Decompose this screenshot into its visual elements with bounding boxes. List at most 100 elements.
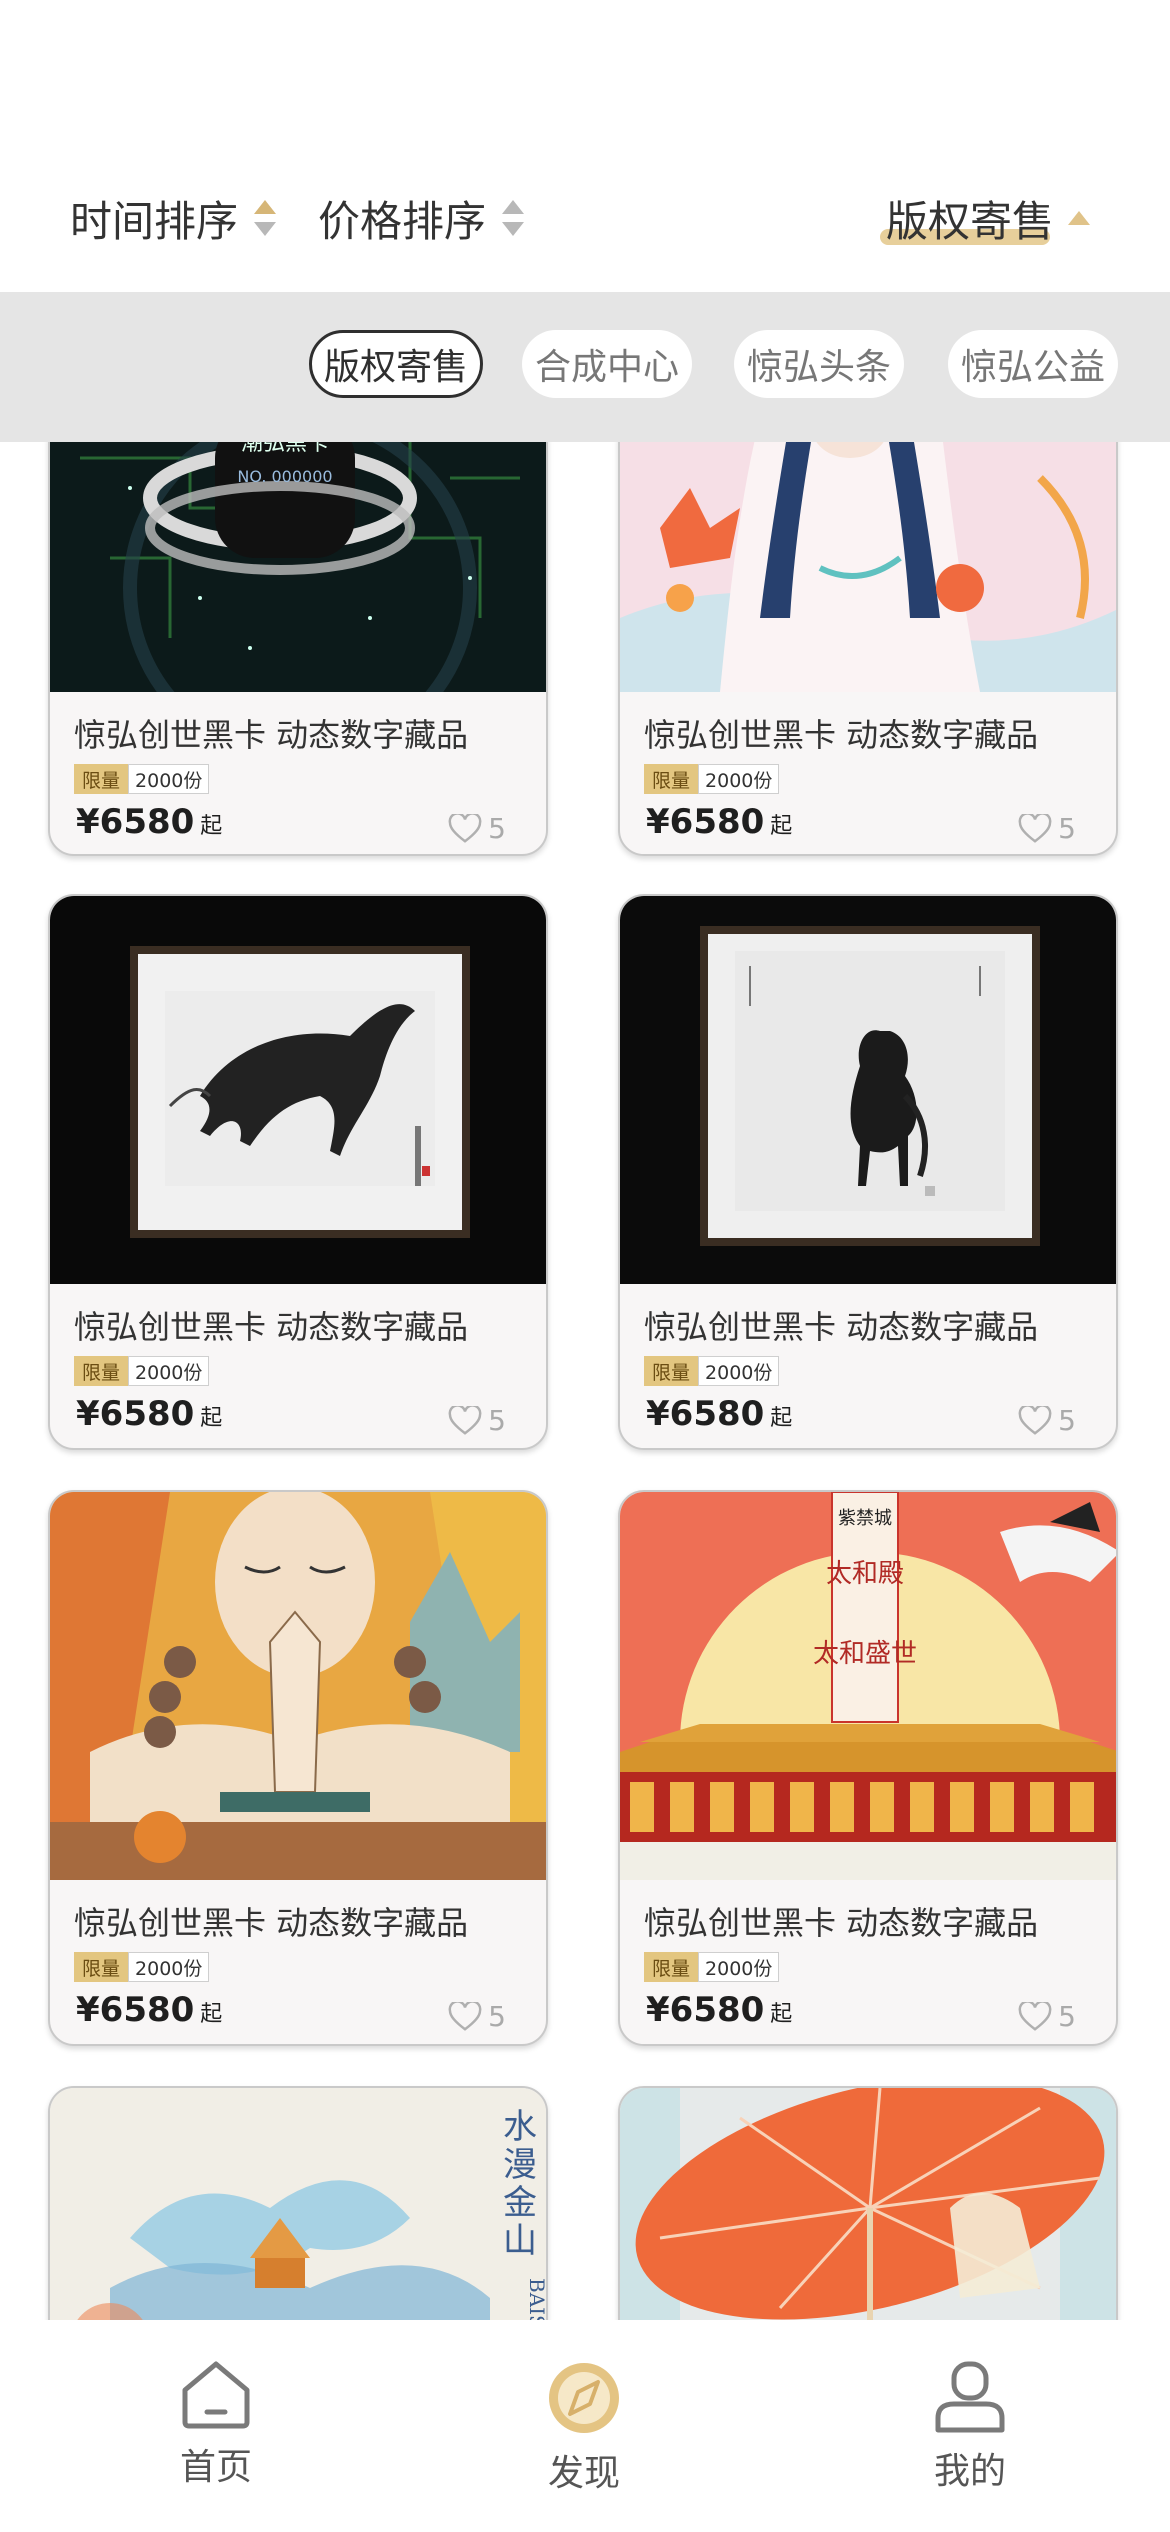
svg-text:金: 金	[503, 2183, 537, 2223]
price-suffix: 起	[770, 2002, 793, 2027]
bottom-tab-bar: 首页 发现 我的	[0, 2320, 1170, 2532]
product-image-water-golden-mountain: 水 漫 金 山 BAISH	[50, 2088, 546, 2320]
limit-label: 限量	[644, 764, 699, 794]
product-title: 惊弘创世黑卡 动态数字藏品	[74, 1308, 469, 1346]
limit-badge: 限量 2000份	[644, 1952, 780, 1982]
compass-icon	[549, 2363, 619, 2433]
product-price: ¥6580 起	[76, 802, 222, 842]
tab-synthesis-center[interactable]: 合成中心	[522, 330, 692, 398]
price-value: ¥6580	[646, 1990, 765, 2030]
tab-discover[interactable]: 发现	[484, 2360, 684, 2496]
limit-label: 限量	[74, 1952, 129, 1982]
product-title: 惊弘创世黑卡 动态数字藏品	[74, 716, 469, 754]
tab-home[interactable]: 首页	[116, 2360, 316, 2490]
like-count: 5	[488, 812, 506, 845]
limit-count: 2000份	[698, 1356, 780, 1386]
product-card[interactable]: 惊弘创世黑卡 动态数字藏品 限量 2000份 ¥6580 起 5	[48, 894, 548, 1450]
like-button[interactable]: 5	[1018, 2000, 1076, 2033]
product-title: 惊弘创世黑卡 动态数字藏品	[644, 716, 1039, 754]
price-suffix: 起	[770, 814, 793, 839]
limit-badge: 限量 2000份	[644, 1356, 780, 1386]
product-image-forbidden-city: 紫禁城 太和殿 太和盛世	[620, 1492, 1116, 1880]
product-title: 惊弘创世黑卡 动态数字藏品	[74, 1904, 469, 1942]
like-count: 5	[488, 2000, 506, 2033]
heart-icon	[448, 1405, 482, 1435]
like-button[interactable]: 5	[448, 812, 506, 845]
like-count: 5	[488, 1404, 506, 1437]
product-title: 惊弘创世黑卡 动态数字藏品	[644, 1308, 1039, 1346]
price-value: ¥6580	[76, 1990, 195, 2030]
limit-label: 限量	[74, 1356, 129, 1386]
product-card[interactable]: 紫禁城 太和殿 太和盛世 惊弘创世黑卡 动态数字藏品 限量 2000份 ¥6580…	[618, 1490, 1118, 2046]
like-count: 5	[1058, 812, 1076, 845]
product-title: 惊弘创世黑卡 动态数字藏品	[644, 1904, 1039, 1942]
sort-bar: 时间排序 价格排序 版权寄售	[0, 0, 1170, 292]
copyright-consignment-label: 版权寄售	[885, 196, 1054, 246]
like-count: 5	[1058, 2000, 1076, 2033]
product-price: ¥6580 起	[646, 1990, 792, 2030]
sort-by-price-button[interactable]: 价格排序	[318, 186, 525, 250]
like-button[interactable]: 5	[448, 2000, 506, 2033]
product-image-goddess	[620, 442, 1116, 692]
limit-label: 限量	[74, 764, 129, 794]
limit-count: 2000份	[128, 764, 210, 794]
limit-count: 2000份	[698, 764, 780, 794]
product-image-standing-horse	[620, 896, 1116, 1284]
sort-by-time-button[interactable]: 时间排序	[70, 186, 277, 250]
limit-label: 限量	[644, 1952, 699, 1982]
product-image-praying-monk	[50, 1492, 546, 1880]
heart-icon	[448, 2001, 482, 2031]
price-value: ¥6580	[646, 802, 765, 842]
svg-text:太和盛世: 太和盛世	[813, 1639, 917, 1669]
tab-charity[interactable]: 惊弘公益	[948, 330, 1118, 398]
product-image-saturn-card: 潮弘黑卡 NO. 000000	[50, 442, 546, 692]
price-suffix: 起	[200, 814, 223, 839]
limit-badge: 限量 2000份	[644, 764, 780, 794]
product-card[interactable]	[618, 2086, 1118, 2320]
like-button[interactable]: 5	[1018, 812, 1076, 845]
tab-copyright-consignment[interactable]: 版权寄售	[309, 330, 483, 398]
user-icon	[935, 2361, 1005, 2433]
limit-badge: 限量 2000份	[74, 764, 210, 794]
limit-badge: 限量 2000份	[74, 1952, 210, 1982]
price-suffix: 起	[200, 2002, 223, 2027]
svg-text:BAISH: BAISH	[525, 2278, 546, 2320]
card-text: 潮弘黑卡	[241, 442, 329, 456]
product-card[interactable]: 潮弘黑卡 NO. 000000 惊弘创世黑卡 动态数字藏品 限量 2000份 ¥6…	[48, 442, 548, 856]
heart-icon	[1018, 813, 1052, 843]
svg-text:水: 水	[503, 2107, 537, 2147]
card-number: NO. 000000	[237, 467, 332, 486]
svg-text:山: 山	[503, 2221, 537, 2261]
like-button[interactable]: 5	[448, 1404, 506, 1437]
sort-by-price-label: 价格排序	[318, 196, 487, 246]
heart-icon	[1018, 2001, 1052, 2031]
sort-by-time-label: 时间排序	[70, 196, 239, 246]
svg-text:紫禁城: 紫禁城	[838, 1508, 892, 1529]
heart-icon	[448, 813, 482, 843]
svg-text:太和殿: 太和殿	[826, 1559, 904, 1589]
tab-discover-label: 发现	[547, 2453, 620, 2494]
category-tabs: 版权寄售 合成中心 惊弘头条 惊弘公益	[0, 292, 1170, 442]
tab-news[interactable]: 惊弘头条	[734, 330, 904, 398]
limit-badge: 限量 2000份	[74, 1356, 210, 1386]
product-image-galloping-horse	[50, 896, 546, 1284]
tab-mine[interactable]: 我的	[870, 2360, 1070, 2494]
copyright-consignment-dropdown[interactable]: 版权寄售	[879, 186, 1090, 250]
price-value: ¥6580	[76, 802, 195, 842]
product-card[interactable]: 水 漫 金 山 BAISH	[48, 2086, 548, 2320]
product-price: ¥6580 起	[76, 1990, 222, 2030]
limit-count: 2000份	[128, 1952, 210, 1982]
limit-label: 限量	[644, 1356, 699, 1386]
svg-text:漫: 漫	[503, 2145, 537, 2185]
product-card[interactable]: 惊弘创世黑卡 动态数字藏品 限量 2000份 ¥6580 起 5	[618, 442, 1118, 856]
tab-mine-label: 我的	[933, 2451, 1006, 2492]
like-button[interactable]: 5	[1018, 1404, 1076, 1437]
product-card[interactable]: 惊弘创世黑卡 动态数字藏品 限量 2000份 ¥6580 起 5	[618, 894, 1118, 1450]
product-price: ¥6580 起	[76, 1394, 222, 1434]
home-icon	[182, 2361, 250, 2429]
heart-icon	[1018, 1405, 1052, 1435]
product-card[interactable]: 惊弘创世黑卡 动态数字藏品 限量 2000份 ¥6580 起 5	[48, 1490, 548, 2046]
limit-count: 2000份	[128, 1356, 210, 1386]
limit-count: 2000份	[698, 1952, 780, 1982]
product-price: ¥6580 起	[646, 1394, 792, 1434]
